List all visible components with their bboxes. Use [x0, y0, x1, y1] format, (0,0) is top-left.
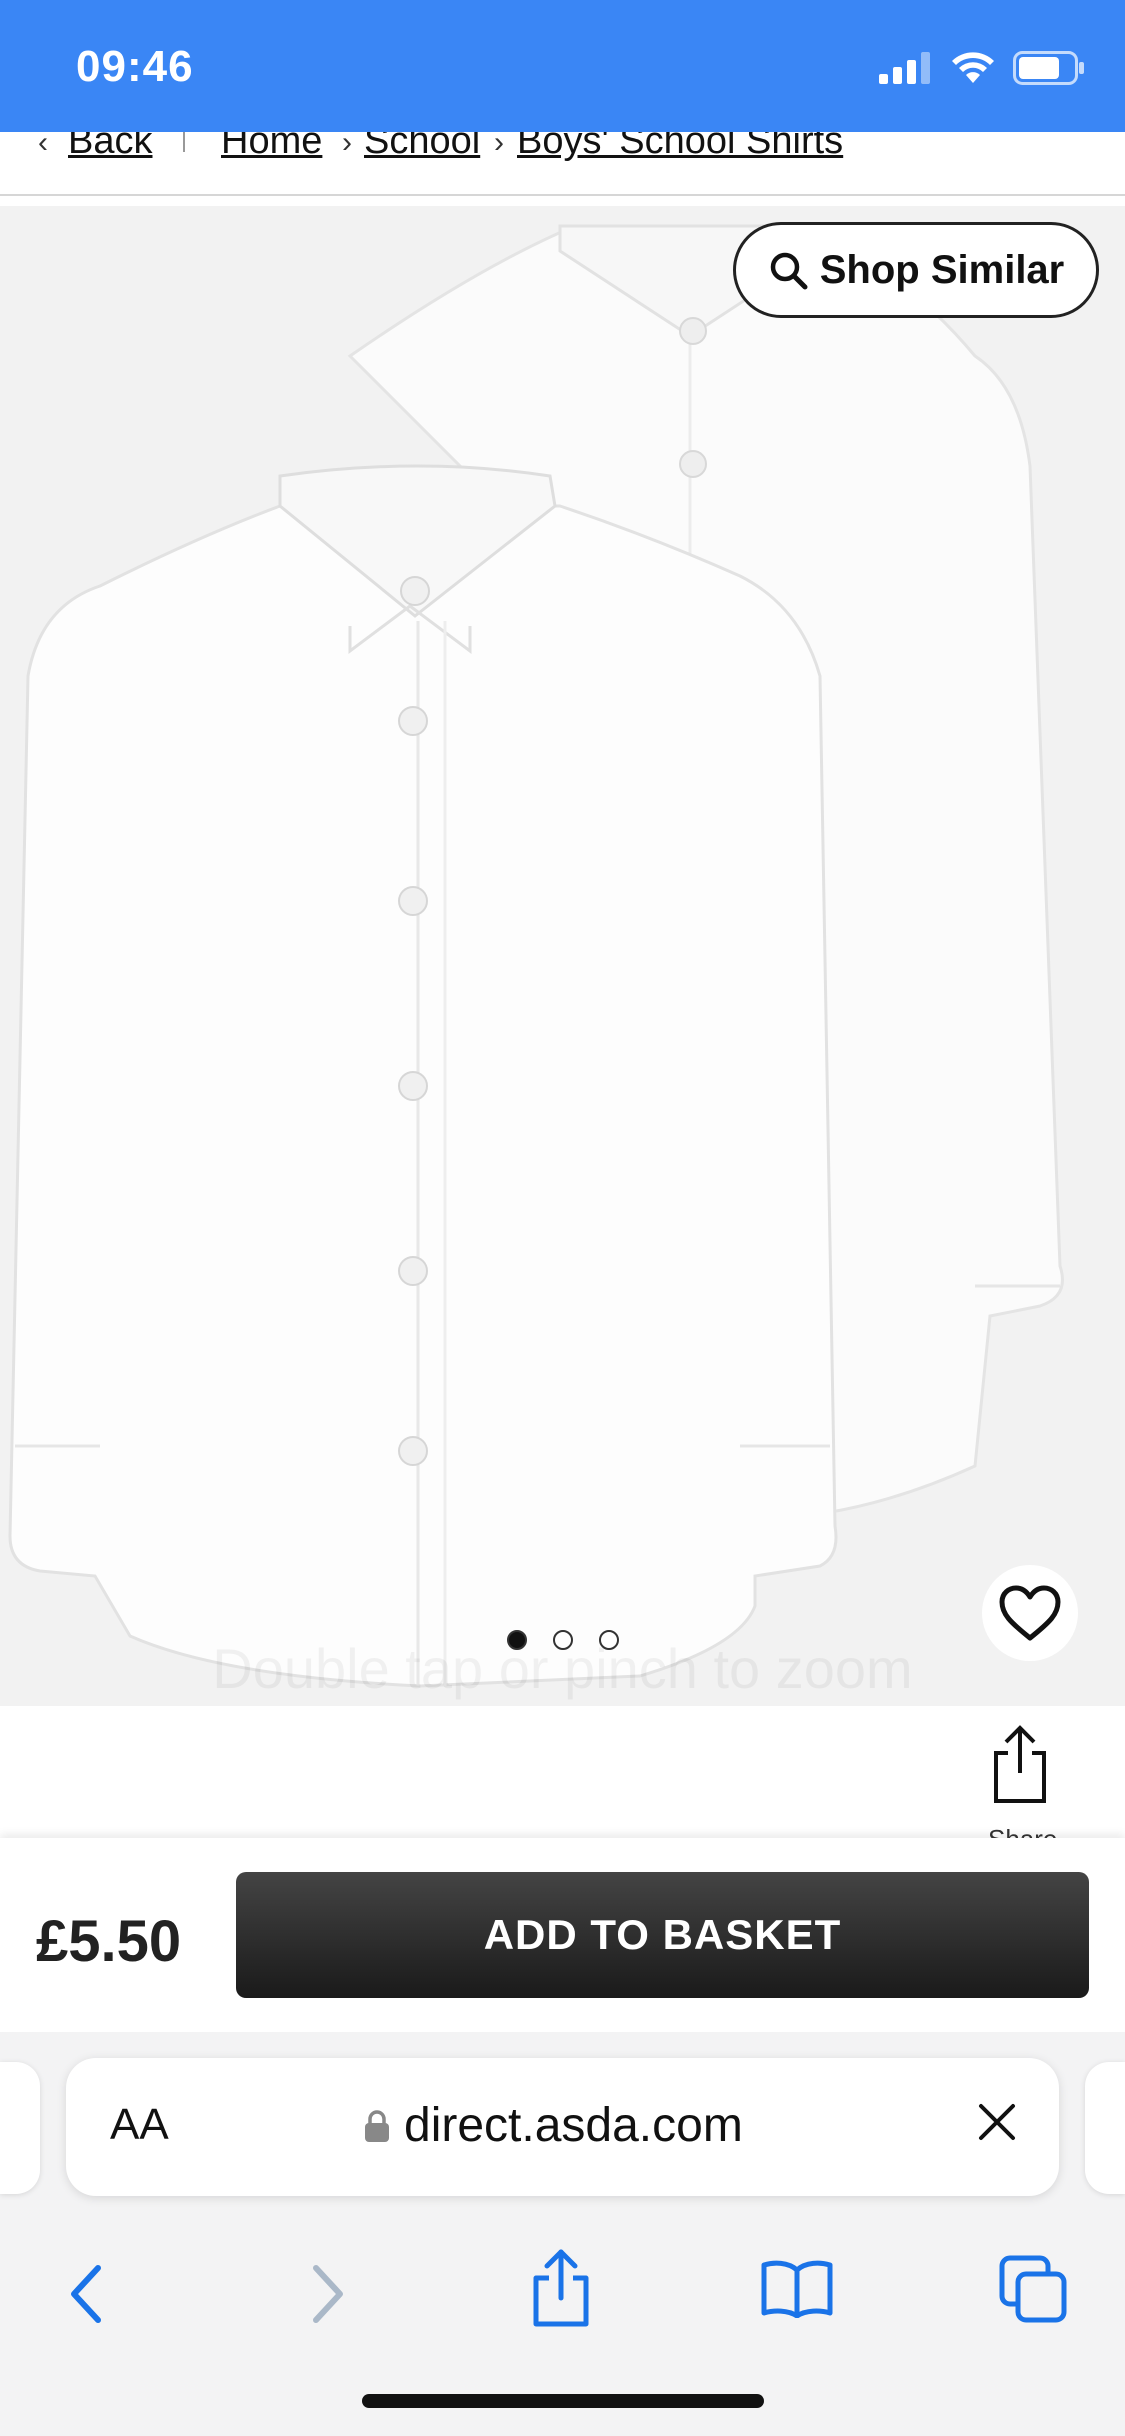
back-chevron-icon: ‹: [38, 132, 48, 159]
home-indicator[interactable]: [362, 2394, 764, 2408]
lock-icon: [365, 2109, 389, 2142]
browser-chrome: AA direct.asda.com: [0, 2032, 1125, 2436]
browser-toolbar: [0, 2232, 1125, 2362]
battery-icon: [1013, 51, 1084, 85]
shop-similar-label: Shop Similar: [819, 247, 1065, 292]
breadcrumb-chevron-icon: ›: [342, 132, 352, 159]
back-link[interactable]: Back: [68, 132, 152, 163]
front-shirt-illustration: [8, 464, 838, 1688]
wifi-icon: [952, 52, 994, 83]
reader-settings-button[interactable]: AA: [110, 2100, 169, 2150]
status-time: 09:46: [76, 42, 194, 91]
breadcrumb-school[interactable]: School: [364, 132, 480, 163]
status-icons: [879, 48, 1085, 88]
buy-bar: £5.50 ADD TO BASKET: [0, 1838, 1125, 2034]
bookmarks-button[interactable]: [760, 2258, 834, 2323]
url-text: direct.asda.com: [404, 2099, 743, 2152]
breadcrumb-home[interactable]: Home: [221, 132, 322, 163]
breadcrumb-boys-school-shirts[interactable]: Boys' School Shirts: [517, 132, 843, 163]
carousel-dots: [0, 1630, 1125, 1650]
close-icon: [979, 2104, 1015, 2140]
previous-tab-edge[interactable]: [0, 2062, 40, 2194]
chevron-left-icon: [71, 2265, 101, 2323]
share-label: Share: [988, 1824, 1057, 1838]
breadcrumb: ‹ Back Home › School › Boys' School Shir…: [0, 132, 1125, 196]
search-icon: [770, 252, 808, 290]
forward-button[interactable]: [308, 2262, 348, 2331]
share-icon: [533, 2249, 589, 2327]
breadcrumb-divider: [183, 132, 185, 152]
tabs-icon: [999, 2255, 1067, 2323]
clear-url-button[interactable]: [975, 2100, 1019, 2149]
add-to-basket-button[interactable]: ADD TO BASKET: [236, 1872, 1089, 1998]
carousel-dot-2[interactable]: [552, 1630, 573, 1650]
product-image: [8, 224, 1064, 1688]
cellular-signal-icon: [879, 52, 930, 84]
carousel-dot-1[interactable]: [506, 1630, 527, 1650]
reader-settings-label: AA: [110, 2100, 169, 2149]
product-image-gallery[interactable]: Double tap or pinch to zoom Shop Similar: [0, 206, 1125, 1706]
product-price: £5.50: [36, 1909, 182, 1974]
carousel-dot-3[interactable]: [598, 1630, 619, 1650]
share-page-button[interactable]: [530, 2248, 592, 2333]
favourite-button[interactable]: [982, 1565, 1078, 1661]
shop-similar-button[interactable]: Shop Similar: [733, 222, 1099, 318]
share-icon: [994, 1725, 1046, 1803]
next-tab-edge[interactable]: [1085, 2062, 1125, 2194]
breadcrumb-chevron-icon: ›: [494, 132, 504, 159]
status-bar: 09:46: [0, 0, 1125, 132]
heart-icon: [999, 1585, 1061, 1641]
back-button[interactable]: [66, 2262, 106, 2331]
tabs-button[interactable]: [998, 2254, 1068, 2329]
address-bar[interactable]: AA direct.asda.com: [66, 2058, 1059, 2196]
share-button[interactable]: [990, 1725, 1070, 1835]
chevron-right-icon: [313, 2265, 343, 2323]
book-icon: [761, 2260, 833, 2319]
url-display[interactable]: direct.asda.com: [364, 2098, 743, 2153]
